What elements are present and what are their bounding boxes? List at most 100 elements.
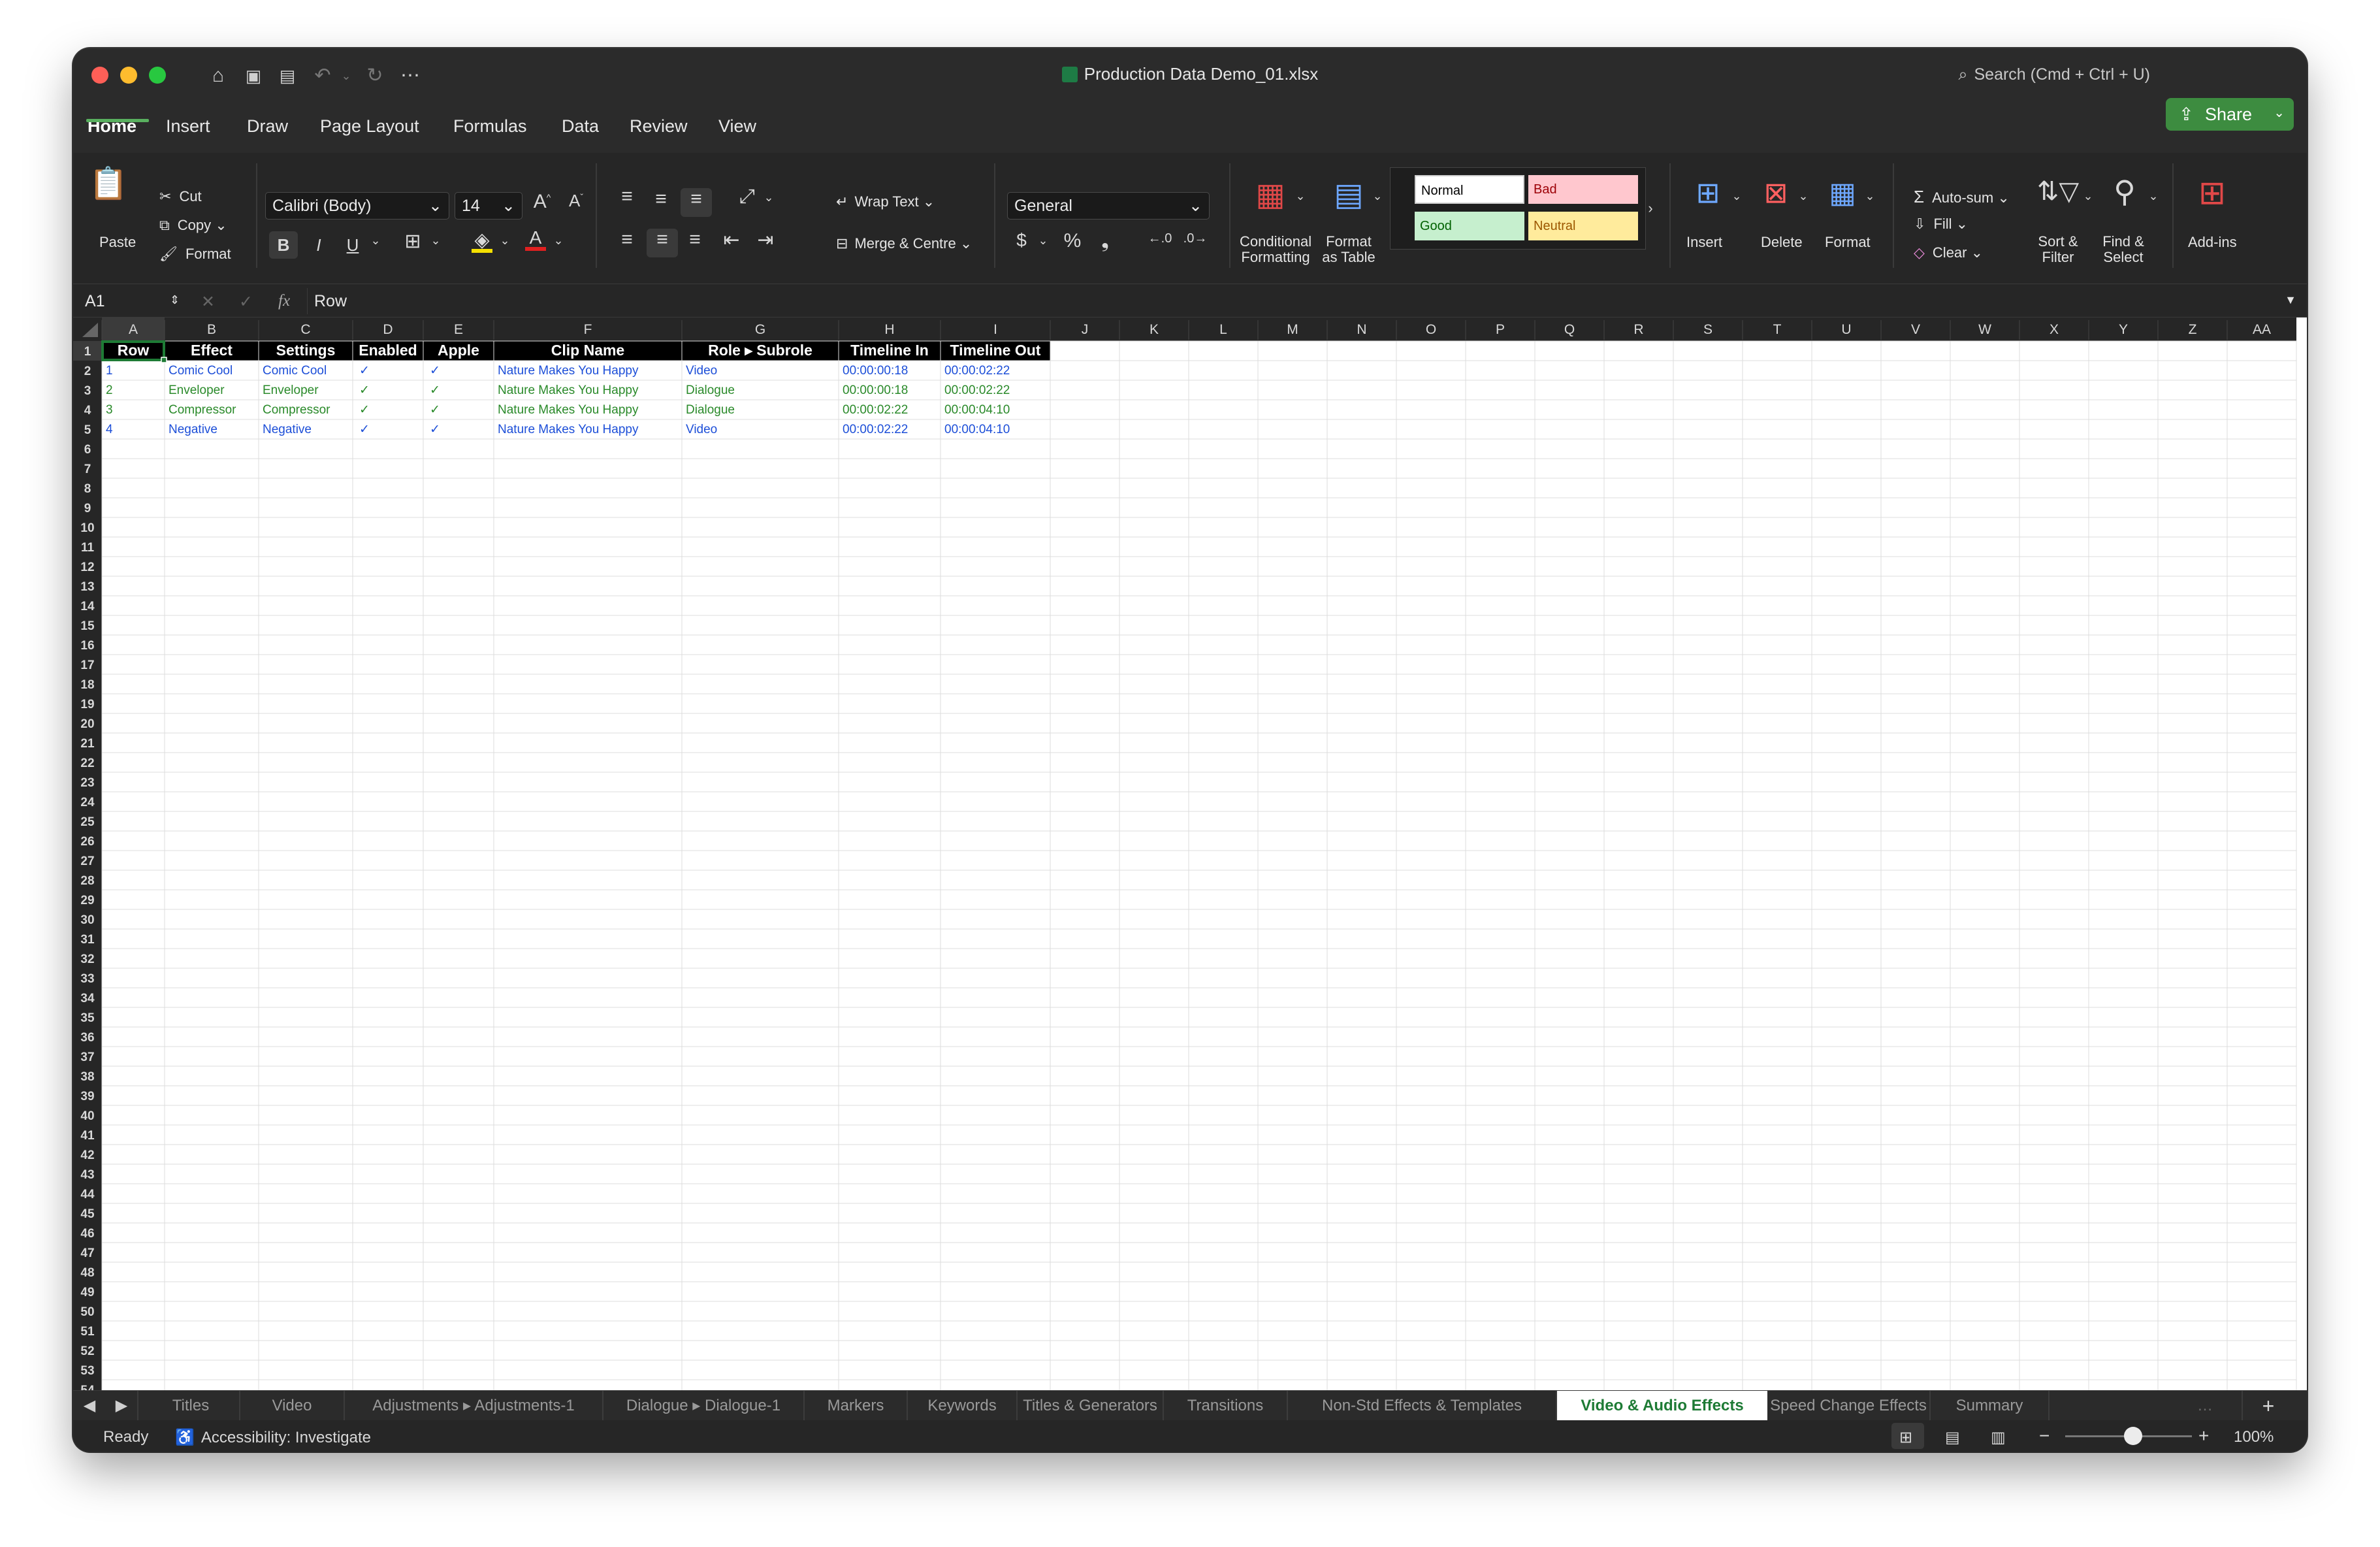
row-header-19[interactable]: 19 bbox=[80, 698, 94, 711]
style-good[interactable]: Good bbox=[1415, 212, 1524, 240]
column-header-u[interactable]: U bbox=[1841, 322, 1851, 337]
table-cell[interactable]: Comic Cool bbox=[169, 364, 233, 378]
find-select-icon[interactable]: ⚲ bbox=[2103, 174, 2146, 214]
row-header-23[interactable]: 23 bbox=[80, 776, 94, 790]
row-header-49[interactable]: 49 bbox=[80, 1286, 94, 1299]
row-header-3[interactable]: 3 bbox=[84, 384, 91, 398]
table-cell[interactable]: ✓ bbox=[430, 423, 440, 436]
zoom-out-icon[interactable]: − bbox=[2039, 1425, 2050, 1446]
currency-dropdown-icon[interactable]: ⌄ bbox=[1033, 234, 1053, 248]
wrap-text-button[interactable]: ↵ Wrap Text ⌄ bbox=[836, 193, 935, 210]
tab-formulas[interactable]: Formulas bbox=[453, 116, 527, 137]
zoom-in-icon[interactable]: + bbox=[2198, 1425, 2209, 1446]
column-header-c[interactable]: C bbox=[300, 322, 310, 337]
row-header-54[interactable]: 54 bbox=[80, 1384, 95, 1397]
table-cell[interactable]: Enveloper bbox=[263, 383, 319, 397]
page-break-view-icon[interactable]: ▥ bbox=[1991, 1428, 2006, 1447]
sheet-tab[interactable]: Titles bbox=[142, 1391, 240, 1421]
zoom-slider-thumb[interactable] bbox=[2124, 1427, 2142, 1445]
format-painter-button[interactable]: 🖌 Format bbox=[159, 246, 231, 263]
add-ins-icon[interactable]: ⊞ bbox=[2189, 174, 2235, 214]
column-header-n[interactable]: N bbox=[1357, 322, 1366, 337]
paste-label[interactable]: Paste bbox=[99, 234, 136, 251]
table-cell[interactable]: 00:00:04:10 bbox=[944, 423, 1010, 436]
table-header-cell[interactable]: Enabled bbox=[359, 342, 417, 359]
table-header-cell[interactable]: Settings bbox=[276, 342, 336, 359]
table-header-cell[interactable]: Effect bbox=[191, 342, 233, 359]
sheet-tab[interactable]: Video bbox=[240, 1391, 345, 1421]
table-cell[interactable]: Nature Makes You Happy bbox=[498, 423, 639, 436]
font-name-dropdown[interactable]: Calibri (Body) ⌄ bbox=[265, 192, 449, 220]
fill-color-icon[interactable]: ◈ bbox=[468, 229, 496, 253]
borders-dropdown-icon[interactable]: ⌄ bbox=[426, 234, 445, 248]
tab-draw[interactable]: Draw bbox=[247, 116, 288, 137]
decrease-decimal-icon[interactable]: .0→ bbox=[1180, 231, 1211, 246]
sheet-tab[interactable]: Video & Audio Effects bbox=[1557, 1391, 1767, 1421]
column-header-f[interactable]: F bbox=[584, 322, 592, 337]
increase-indent-icon[interactable]: ⇥ bbox=[751, 229, 780, 252]
orientation-icon[interactable]: ⤢ bbox=[733, 186, 762, 208]
format-dropdown-icon[interactable]: ⌄ bbox=[1861, 189, 1878, 203]
column-header-a[interactable]: A bbox=[129, 322, 138, 337]
font-size-dropdown[interactable]: 14 ⌄ bbox=[455, 192, 523, 220]
row-header-15[interactable]: 15 bbox=[80, 619, 95, 633]
column-header-e[interactable]: E bbox=[454, 322, 463, 337]
add-sheet-button[interactable]: + bbox=[2242, 1391, 2294, 1421]
row-header-32[interactable]: 32 bbox=[80, 953, 94, 966]
find-select-dropdown-icon[interactable]: ⌄ bbox=[2145, 189, 2162, 203]
row-header-21[interactable]: 21 bbox=[80, 737, 95, 751]
row-header-6[interactable]: 6 bbox=[84, 443, 91, 457]
confirm-formula-icon[interactable]: ✓ bbox=[239, 292, 253, 312]
table-cell[interactable]: Compressor bbox=[263, 403, 330, 417]
fill-button[interactable]: ⇩ Fill ⌄ bbox=[1914, 216, 1968, 233]
table-cell[interactable]: ✓ bbox=[430, 383, 440, 397]
column-header-h[interactable]: H bbox=[884, 322, 894, 337]
row-header-53[interactable]: 53 bbox=[80, 1364, 94, 1378]
row-header-8[interactable]: 8 bbox=[84, 482, 91, 496]
align-right-icon[interactable]: ≡ bbox=[681, 229, 709, 251]
clear-button[interactable]: ◇ Clear ⌄ bbox=[1914, 244, 1983, 261]
sheet-tab[interactable]: Dialogue ▸ Dialogue-1 bbox=[603, 1391, 805, 1421]
row-header-22[interactable]: 22 bbox=[80, 757, 94, 770]
row-header-11[interactable]: 11 bbox=[81, 541, 95, 555]
column-header-y[interactable]: Y bbox=[2119, 322, 2128, 337]
table-cell[interactable]: Negative bbox=[169, 423, 217, 436]
table-cell[interactable]: 4 bbox=[106, 423, 113, 436]
row-header-37[interactable]: 37 bbox=[80, 1050, 94, 1064]
table-cell[interactable]: ✓ bbox=[430, 403, 440, 417]
table-header-cell[interactable]: Timeline In bbox=[850, 342, 929, 359]
row-header-2[interactable]: 2 bbox=[84, 365, 91, 378]
sort-filter-dropdown-icon[interactable]: ⌄ bbox=[2080, 189, 2097, 203]
row-header-47[interactable]: 47 bbox=[80, 1246, 94, 1260]
table-cell[interactable]: Negative bbox=[263, 423, 312, 436]
next-sheet-icon[interactable]: ▶ bbox=[106, 1391, 138, 1421]
row-header-17[interactable]: 17 bbox=[80, 659, 94, 672]
tab-insert[interactable]: Insert bbox=[166, 116, 210, 137]
row-header-9[interactable]: 9 bbox=[84, 502, 91, 515]
increase-decimal-icon[interactable]: ←.0 bbox=[1144, 231, 1176, 246]
row-header-7[interactable]: 7 bbox=[84, 463, 91, 476]
table-cell[interactable]: 00:00:00:18 bbox=[843, 364, 908, 378]
row-header-26[interactable]: 26 bbox=[80, 835, 94, 849]
currency-button[interactable]: $ bbox=[1008, 230, 1035, 251]
format-as-table-dropdown-icon[interactable]: ⌄ bbox=[1369, 189, 1386, 203]
insert-dropdown-icon[interactable]: ⌄ bbox=[1728, 189, 1745, 203]
function-icon[interactable]: fx bbox=[278, 292, 290, 310]
conditional-formatting-icon[interactable]: ▦ bbox=[1249, 176, 1292, 214]
column-header-d[interactable]: D bbox=[383, 322, 393, 337]
row-header-13[interactable]: 13 bbox=[80, 580, 94, 594]
column-header-aa[interactable]: AA bbox=[2253, 322, 2271, 337]
grid-canvas[interactable]: A B C D E F G H I J K L M N O P Q R S T U V W X Y Z AA123456789101… bbox=[73, 318, 2307, 1420]
find-select-label[interactable]: Find & Select bbox=[2094, 234, 2153, 265]
tab-data[interactable]: Data bbox=[562, 116, 599, 137]
merge-centre-button[interactable]: ⊟ Merge & Centre ⌄ bbox=[836, 235, 972, 252]
paste-icon[interactable]: 📋 bbox=[89, 165, 128, 204]
row-header-12[interactable]: 12 bbox=[80, 561, 94, 574]
format-as-table-label[interactable]: Format as Table bbox=[1319, 234, 1378, 265]
format-as-table-icon[interactable]: ▤ bbox=[1327, 176, 1370, 214]
sheet-tab[interactable]: Non-Std Effects & Templates bbox=[1288, 1391, 1557, 1421]
format-cells-icon[interactable]: ▦ bbox=[1821, 176, 1864, 214]
column-header-b[interactable]: B bbox=[207, 322, 216, 337]
row-header-43[interactable]: 43 bbox=[80, 1168, 94, 1182]
table-cell[interactable]: Video bbox=[686, 364, 717, 378]
